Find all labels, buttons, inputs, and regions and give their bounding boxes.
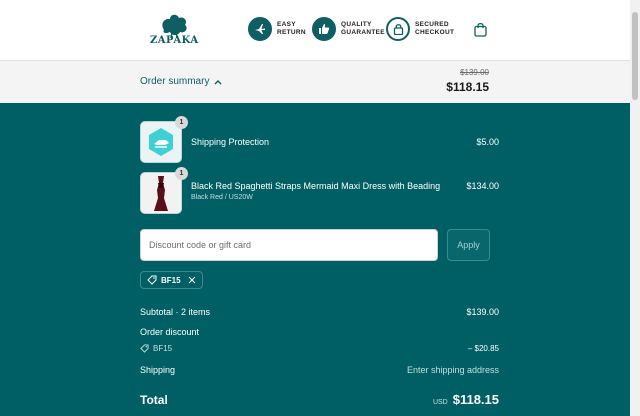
line-item: 1 Shipping Protection bbox=[140, 116, 269, 163]
order-summary-bar: Order summary $139.00 $118.15 bbox=[0, 61, 630, 103]
item-thumbnail: 1 bbox=[140, 116, 188, 163]
shipping-label: Shipping bbox=[140, 365, 176, 375]
close-icon[interactable] bbox=[188, 276, 196, 284]
badge-easy-return: EASY RETURN bbox=[248, 17, 306, 41]
shipping-value: Enter shipping address bbox=[406, 365, 499, 375]
item-name: Shipping Protection bbox=[191, 137, 270, 147]
tag-icon bbox=[147, 275, 157, 285]
applied-code: BF15 bbox=[161, 275, 181, 285]
subtotal-value: $139.00 bbox=[466, 307, 499, 317]
dress-image bbox=[154, 176, 168, 211]
badge-secured-checkout: SECURED CHECKOUT bbox=[386, 17, 454, 41]
discount-code: BF15 bbox=[153, 344, 173, 353]
shield-icon bbox=[149, 128, 173, 156]
apply-button[interactable]: Apply bbox=[447, 229, 490, 261]
applied-discount-tag: BF15 bbox=[140, 271, 203, 289]
badge-line1: QUALITY bbox=[341, 21, 372, 28]
quantity-badge: 1 bbox=[175, 167, 188, 180]
badge-line1: EASY bbox=[277, 21, 296, 28]
chevron-up-icon bbox=[214, 79, 222, 84]
current-price: $118.15 bbox=[446, 80, 489, 94]
original-price: $139.00 bbox=[460, 68, 489, 77]
item-price: $5.00 bbox=[476, 137, 499, 147]
shopping-bag-icon[interactable] bbox=[474, 22, 487, 37]
discount-value: – $20.85 bbox=[467, 344, 499, 353]
total-label: Total bbox=[140, 393, 168, 407]
site-header: ZAPAKA EASY RETURN QUALITY GUARANTEE SEC… bbox=[0, 0, 630, 61]
badge-quality-guarantee: QUALITY GUARANTEE bbox=[312, 17, 385, 41]
item-thumbnail: 1 bbox=[140, 167, 188, 214]
subtotal-label: Subtotal · 2 items bbox=[140, 307, 211, 317]
quantity-badge: 1 bbox=[175, 116, 188, 129]
logo-text: ZAPAKA bbox=[150, 35, 199, 46]
order-discount-label: Order discount bbox=[140, 327, 200, 337]
item-name: Black Red Spaghetti Straps Mermaid Maxi … bbox=[191, 181, 441, 191]
total-amount: $118.15 bbox=[452, 392, 499, 407]
airplane-icon bbox=[248, 17, 272, 41]
order-summary-toggle[interactable]: Order summary bbox=[140, 76, 222, 87]
badge-line2: GUARANTEE bbox=[341, 29, 385, 36]
item-price: $134.00 bbox=[466, 181, 499, 191]
page-scrollbar[interactable] bbox=[630, 0, 640, 416]
thumbs-up-icon bbox=[312, 17, 336, 41]
line-item: 1 Black Red Spaghetti Straps Mermaid Max… bbox=[140, 167, 440, 214]
badge-line2: RETURN bbox=[277, 29, 306, 36]
discount-code-input[interactable] bbox=[140, 229, 438, 261]
item-variant: Black Red / US20W bbox=[191, 194, 253, 201]
badge-line1: SECURED bbox=[415, 21, 449, 28]
cart-button[interactable] bbox=[474, 22, 487, 42]
tag-icon bbox=[140, 344, 149, 353]
remove-discount-button[interactable] bbox=[188, 276, 196, 284]
total-value: USD $118.15 bbox=[433, 392, 499, 407]
discount-code-line: BF15 bbox=[140, 344, 172, 353]
order-summary-label: Order summary bbox=[140, 76, 210, 87]
currency-code: USD bbox=[432, 399, 448, 406]
scrollbar-thumb[interactable] bbox=[632, 12, 638, 100]
lock-icon bbox=[386, 17, 410, 41]
badge-line2: CHECKOUT bbox=[415, 29, 455, 36]
